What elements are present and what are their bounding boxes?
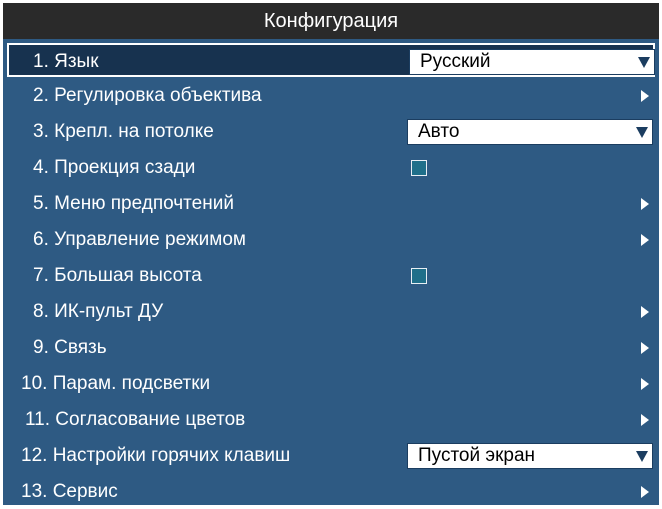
menu-item-label: 5. Меню предпочтений (33, 193, 234, 214)
menu-item-label: 9. Связь (33, 337, 107, 358)
menu-item-rear-projection[interactable]: 4. Проекция сзади (7, 151, 655, 185)
triangle-right-icon (641, 342, 649, 354)
menu-item-label: 13. Сервис (21, 481, 118, 502)
menu-item-lens-adjust[interactable]: 2. Регулировка объектива (7, 79, 655, 113)
high-altitude-checkbox[interactable] (411, 268, 427, 284)
menu-item-mode-control[interactable]: 6. Управление режимом (7, 223, 655, 257)
menu-item-label: 4. Проекция сзади (33, 157, 196, 178)
menu-item-label: 8. ИК-пульт ДУ (33, 301, 164, 322)
menu-item-label: 11. Согласование цветов (25, 409, 246, 430)
triangle-right-icon (641, 414, 649, 426)
language-dropdown[interactable]: Русский (409, 49, 655, 75)
config-menu-window: Конфигурация 1. Язык Русский 2. Регулиро… (3, 3, 659, 505)
menu-item-label: 3. Крепл. на потолке (33, 121, 214, 142)
menu-title: Конфигурация (3, 3, 659, 39)
menu-item-label: 6. Управление режимом (33, 229, 246, 250)
triangle-right-icon (641, 234, 649, 246)
menu-item-hotkeys[interactable]: 12. Настройки горячих клавиш Пустой экра… (7, 439, 655, 473)
triangle-right-icon (641, 378, 649, 390)
dropdown-value: Русский (420, 51, 491, 72)
menu-item-backlight[interactable]: 10. Парам. подсветки (7, 367, 655, 401)
triangle-right-icon (641, 486, 649, 498)
menu-item-label: 12. Настройки горячих клавиш (21, 445, 291, 466)
menu-item-color-matching[interactable]: 11. Согласование цветов (7, 403, 655, 437)
triangle-down-icon (636, 451, 648, 462)
triangle-right-icon (641, 90, 649, 102)
rear-projection-checkbox[interactable] (411, 160, 427, 176)
menu-item-label: 7. Большая высота (33, 265, 202, 286)
menu-item-service[interactable]: 13. Сервис (7, 475, 655, 509)
triangle-down-icon (636, 127, 648, 138)
ceiling-mount-dropdown[interactable]: Авто (407, 119, 653, 145)
menu-item-label: 10. Парам. подсветки (21, 373, 211, 394)
menu-item-preferences[interactable]: 5. Меню предпочтений (7, 187, 655, 221)
menu-item-ceiling-mount[interactable]: 3. Крепл. на потолке Авто (7, 115, 655, 149)
triangle-right-icon (641, 198, 649, 210)
dropdown-value: Авто (418, 121, 460, 142)
menu-item-ir-remote[interactable]: 8. ИК-пульт ДУ (7, 295, 655, 329)
hotkey-dropdown[interactable]: Пустой экран (407, 443, 653, 469)
menu-item-label: 1. Язык (33, 51, 99, 72)
menu-item-high-altitude[interactable]: 7. Большая высота (7, 259, 655, 293)
dropdown-value: Пустой экран (418, 445, 536, 466)
menu-item-language[interactable]: 1. Язык Русский (7, 43, 655, 77)
menu-item-label: 2. Регулировка объектива (33, 85, 262, 106)
triangle-down-icon (638, 57, 650, 68)
triangle-right-icon (641, 306, 649, 318)
menu-item-communication[interactable]: 9. Связь (7, 331, 655, 365)
